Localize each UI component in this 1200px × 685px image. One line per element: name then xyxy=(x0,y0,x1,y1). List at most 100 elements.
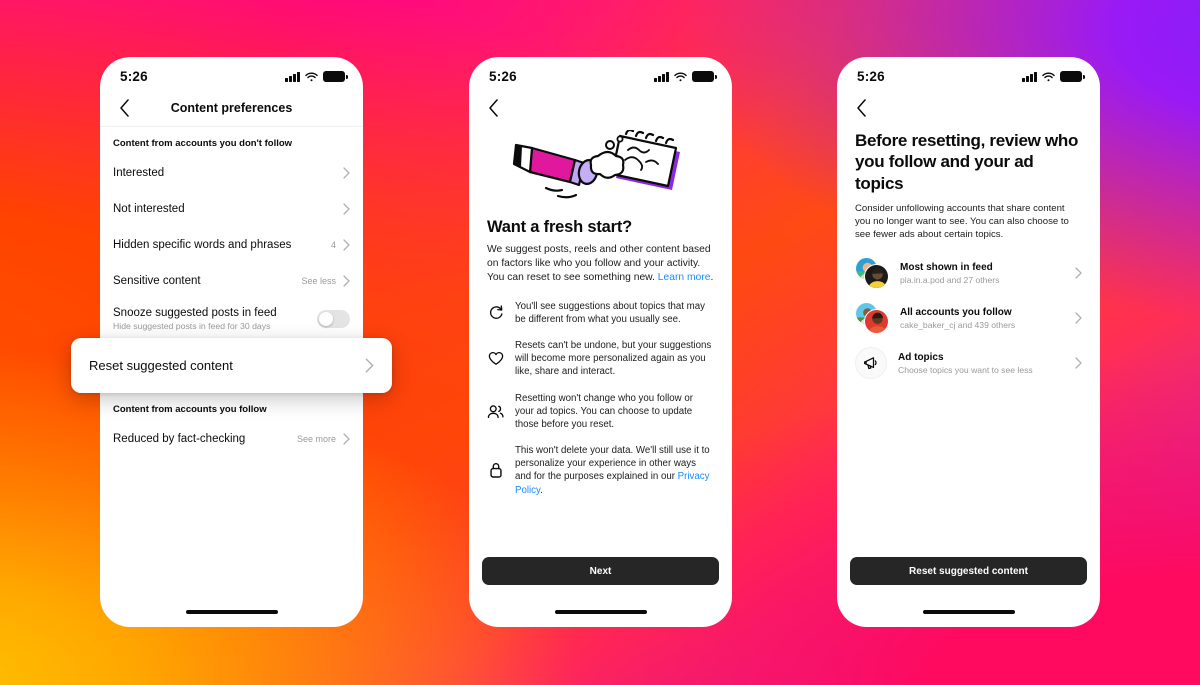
screenshot-stage: 5:26 Content preferences Content from ac… xyxy=(0,0,1200,685)
status-icons xyxy=(654,71,717,82)
list-item-text: Ad topics Choose topics you want to see … xyxy=(898,352,1064,375)
section-header-follow: Content from accounts you follow xyxy=(113,404,267,415)
snooze-toggle[interactable] xyxy=(317,310,350,328)
wifi-icon xyxy=(1042,72,1055,81)
status-icons xyxy=(285,71,348,82)
chevron-right-icon xyxy=(343,167,350,179)
reset-suggested-content-card[interactable]: Reset suggested content xyxy=(71,338,392,393)
list-item-subtitle: pia.in.a.pod and 27 others xyxy=(900,274,1000,285)
chevron-right-icon xyxy=(343,275,350,287)
before-resetting-heading: Before resetting, review who you follow … xyxy=(855,131,1079,193)
row-label: Snooze suggested posts in feed xyxy=(113,307,277,320)
home-indicator xyxy=(185,610,278,614)
row-label: Reduced by fact-checking xyxy=(113,433,246,445)
bullet-text: You'll see suggestions about topics that… xyxy=(515,300,705,325)
phone-3-before-resetting: 5:26 Before resetting, review who you fo… xyxy=(837,57,1100,627)
row-label: Interested xyxy=(113,167,165,179)
list-item-subtitle: Choose topics you want to see less xyxy=(898,364,1033,375)
avatar xyxy=(864,264,889,290)
chevron-right-icon xyxy=(1075,312,1082,325)
fresh-start-heading: Want a fresh start? xyxy=(487,218,633,236)
battery-icon xyxy=(323,71,348,82)
row-snooze-suggested-posts[interactable]: Snooze suggested posts in feed Hide sugg… xyxy=(100,299,363,339)
section-header-dont-follow: Content from accounts you don't follow xyxy=(113,138,293,149)
row-right: See less xyxy=(301,275,350,287)
list-item-subtitle: cake_baker_cj and 439 others xyxy=(900,319,1016,330)
status-time: 5:26 xyxy=(857,69,885,84)
phone-2-fresh-start: 5:26 Want a fresh start? We suggest post… xyxy=(469,57,732,627)
pencil-erasing-notebook-illustration xyxy=(487,130,714,208)
signal-bars-icon xyxy=(1022,71,1037,82)
list-item-text: All accounts you follow cake_baker_cj an… xyxy=(900,307,1064,330)
fresh-start-body: Want a fresh start? We suggest posts, re… xyxy=(469,130,732,497)
before-resetting-body: Before resetting, review who you follow … xyxy=(837,126,1100,380)
learn-more-link[interactable]: Learn more xyxy=(658,272,711,283)
row-label: Not interested xyxy=(113,203,185,215)
back-chevron-icon[interactable] xyxy=(850,97,872,119)
list-item-title: Ad topics xyxy=(898,352,944,364)
chevron-right-icon xyxy=(343,239,350,251)
back-chevron-icon[interactable] xyxy=(113,97,135,119)
row-status: See less xyxy=(301,276,336,286)
bullet-resets-undone: Resets can't be undone, but your suggest… xyxy=(487,339,714,379)
wifi-icon xyxy=(305,72,318,81)
status-bar: 5:26 xyxy=(100,57,363,90)
fresh-start-body-text: We suggest posts, reels and other conten… xyxy=(487,243,714,286)
chevron-right-icon xyxy=(343,433,350,445)
home-indicator xyxy=(922,610,1015,614)
list-item-title: All accounts you follow xyxy=(900,307,1012,319)
list-item-ad-topics[interactable]: Ad topics Choose topics you want to see … xyxy=(855,347,1082,380)
page-title: Content preferences xyxy=(170,101,293,115)
row-hidden-words[interactable]: Hidden specific words and phrases 4 xyxy=(100,227,363,263)
row-sublabel: Hide suggested posts in feed for 30 days xyxy=(113,320,271,331)
bullet-text-after: . xyxy=(540,484,543,496)
row-not-interested[interactable]: Not interested xyxy=(100,191,363,227)
list-item-text: Most shown in feed pia.in.a.pod and 27 o… xyxy=(900,262,1064,285)
row-right xyxy=(343,167,350,179)
status-icons xyxy=(1022,71,1085,82)
row-interested[interactable]: Interested xyxy=(100,155,363,191)
lock-icon xyxy=(487,462,504,479)
next-button[interactable]: Next xyxy=(482,557,719,585)
signal-bars-icon xyxy=(285,71,300,82)
list-item-most-shown-in-feed[interactable]: Most shown in feed pia.in.a.pod and 27 o… xyxy=(855,257,1082,290)
megaphone-icon xyxy=(855,347,887,380)
row-sensitive-content[interactable]: Sensitive content See less xyxy=(100,263,363,299)
row-right: 4 xyxy=(331,239,350,251)
wifi-icon xyxy=(674,72,687,81)
bullet-text: Resets can't be undone, but your suggest… xyxy=(515,339,712,378)
bullet-suggestions: You'll see suggestions about topics that… xyxy=(487,300,714,326)
row-status: See more xyxy=(296,434,336,444)
avatar-stack xyxy=(855,257,889,290)
row-right xyxy=(343,203,350,215)
status-time: 5:26 xyxy=(120,69,148,84)
list-item-all-accounts-you-follow[interactable]: All accounts you follow cake_baker_cj an… xyxy=(855,302,1082,335)
battery-icon xyxy=(692,71,717,82)
row-count: 4 xyxy=(330,240,336,250)
nav-bar xyxy=(837,90,1100,126)
row-right: See more xyxy=(297,433,350,445)
bullet-wont-change-follows: Resetting won't change who you follow or… xyxy=(487,392,714,432)
row-label: Sensitive content xyxy=(113,275,201,287)
bullet-text: Resetting won't change who you follow or… xyxy=(515,392,693,430)
reset-suggested-content-label: Reset suggested content xyxy=(89,358,233,373)
bullet-data-privacy: This won't delete your data. We'll still… xyxy=(487,444,714,497)
before-resetting-subtext: Consider unfollowing accounts that share… xyxy=(855,203,1069,241)
avatar-stack xyxy=(855,302,889,335)
chevron-right-icon xyxy=(343,203,350,215)
chevron-right-icon xyxy=(1075,267,1082,280)
battery-icon xyxy=(1060,71,1085,82)
list-item-title: Most shown in feed xyxy=(900,262,993,274)
nav-bar: Content preferences xyxy=(100,90,363,126)
heart-icon xyxy=(487,351,504,366)
row-reduced-by-fact-checking[interactable]: Reduced by fact-checking See more xyxy=(100,421,363,457)
body-text-after: . xyxy=(710,272,714,284)
status-time: 5:26 xyxy=(489,69,517,84)
status-bar: 5:26 xyxy=(469,57,732,90)
review-list: Most shown in feed pia.in.a.pod and 27 o… xyxy=(855,257,1082,380)
reset-suggested-content-button[interactable]: Reset suggested content xyxy=(850,557,1087,585)
back-chevron-icon[interactable] xyxy=(482,97,504,119)
signal-bars-icon xyxy=(654,71,669,82)
bullet-list: You'll see suggestions about topics that… xyxy=(487,300,714,497)
chevron-right-icon xyxy=(365,358,374,373)
